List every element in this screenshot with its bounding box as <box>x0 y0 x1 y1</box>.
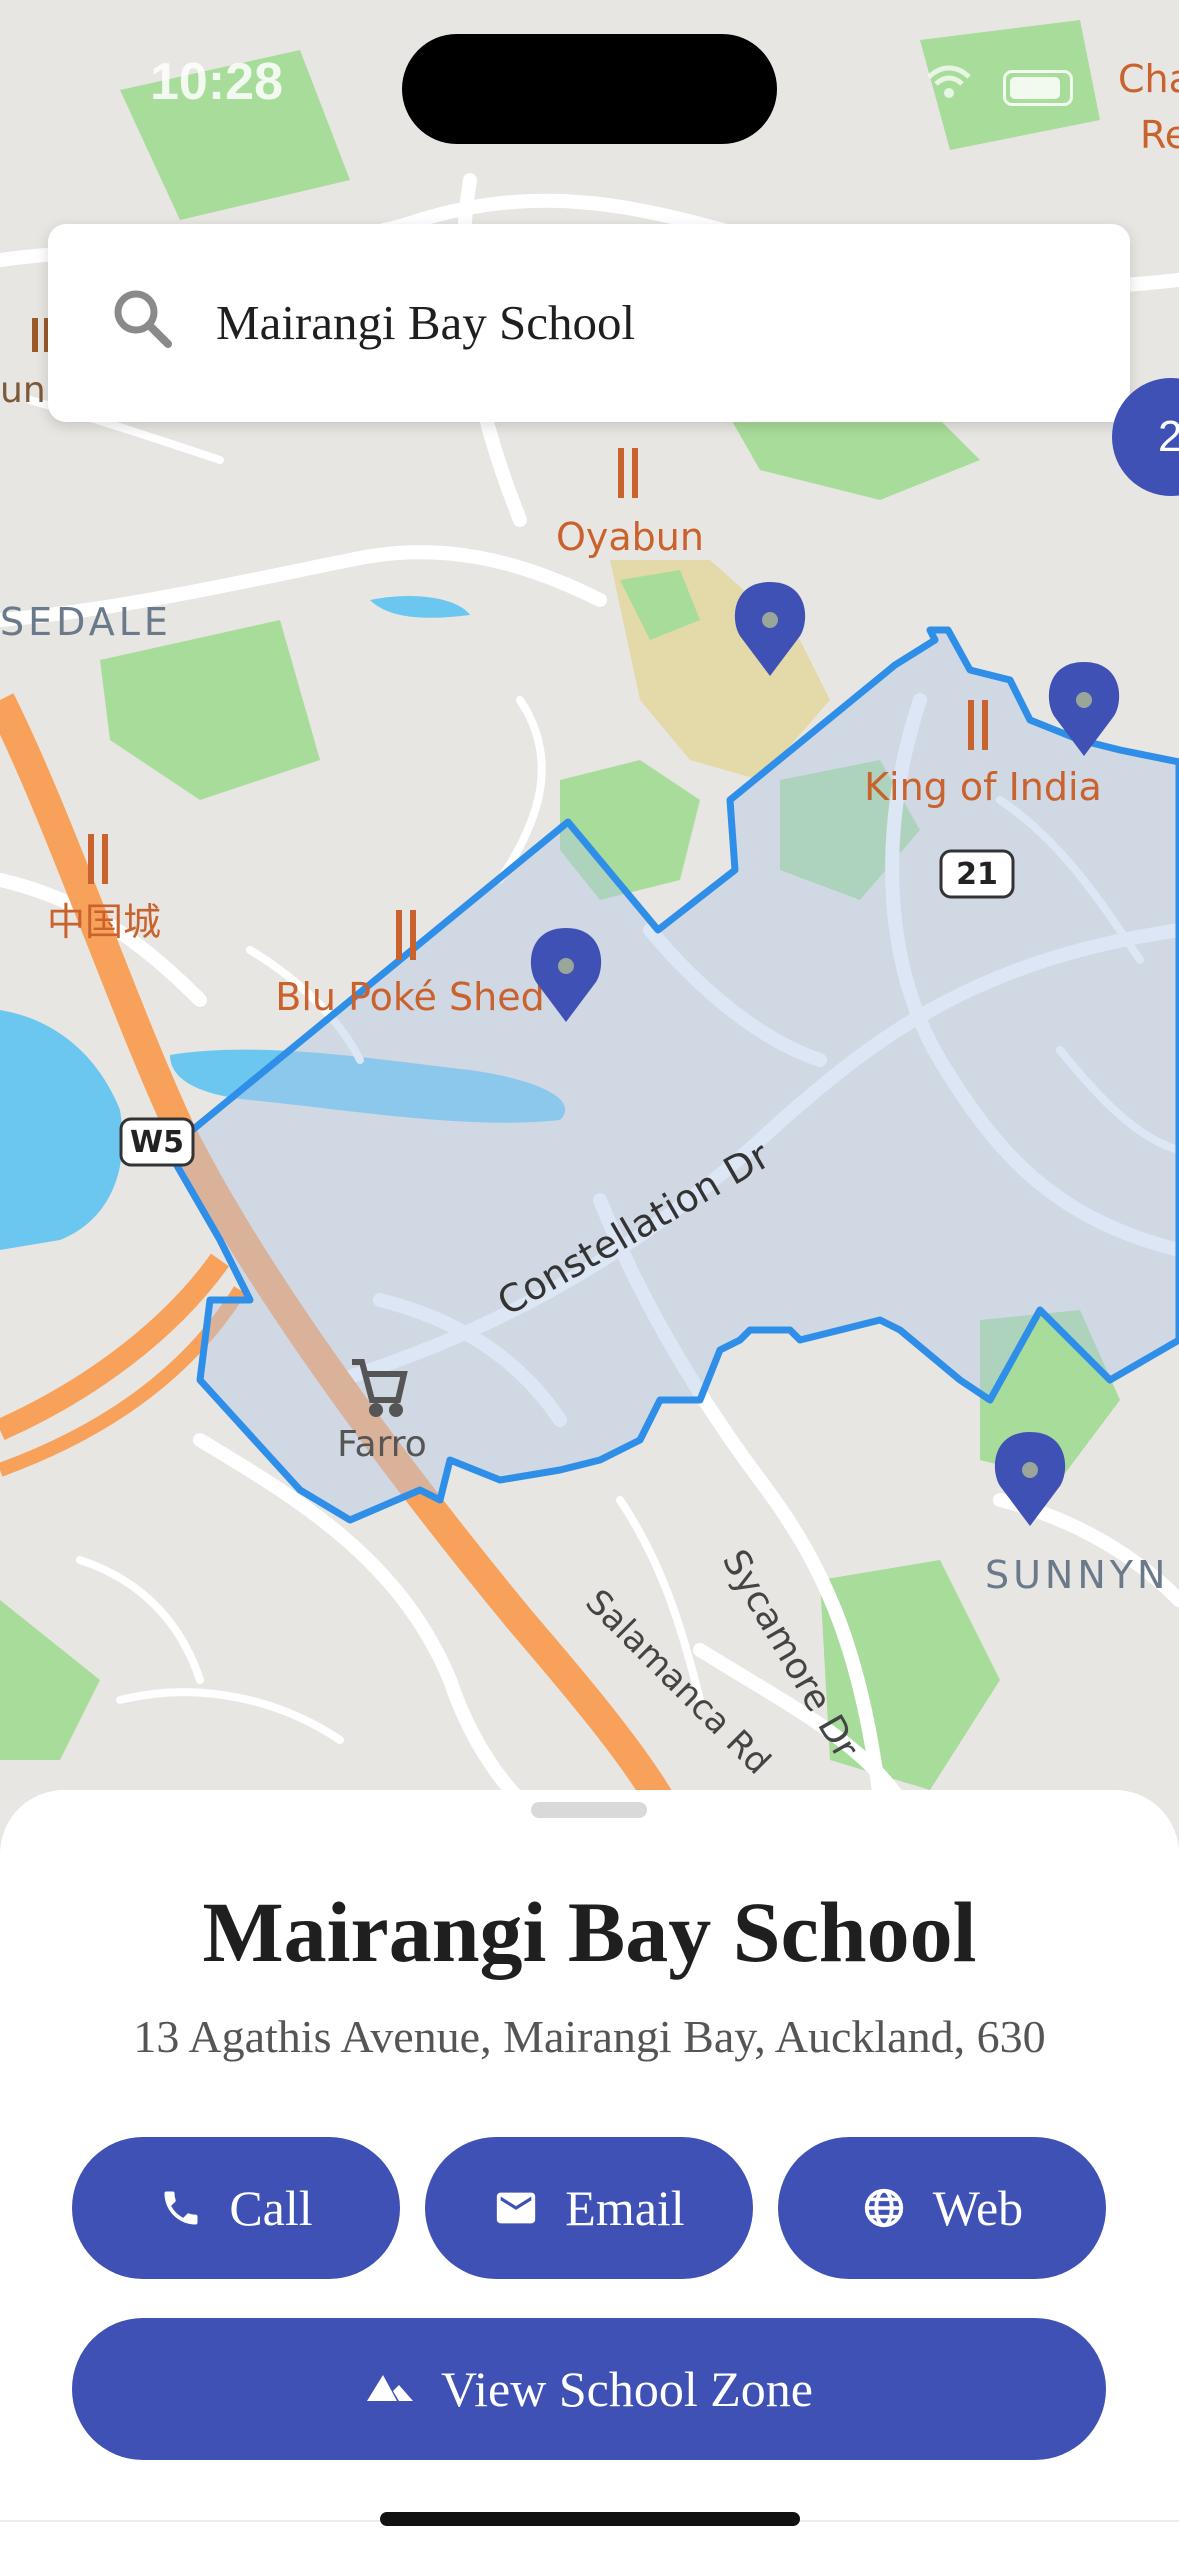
search-icon <box>114 290 172 348</box>
battery-icon <box>1003 70 1073 106</box>
email-button[interactable]: Email <box>425 2137 753 2279</box>
home-indicator[interactable] <box>380 2512 800 2526</box>
phone-icon <box>164 2191 198 2225</box>
motorway-shield: W5 <box>119 1117 195 1167</box>
status-time: 10:28 <box>150 53 283 111</box>
terrain-icon <box>367 2375 414 2401</box>
svg-text:21: 21 <box>956 857 998 892</box>
poi-label-blu-poke-shed: Blu Poké Shed <box>275 975 544 1019</box>
suburb-label-sedale: SEDALE <box>0 600 172 644</box>
school-address: 13 Agathis Avenue, Mairangi Bay, Aucklan… <box>133 2011 1046 2062</box>
status-bar: 10:28 <box>0 0 1179 170</box>
school-title: Mairangi Bay School <box>202 1884 977 1980</box>
web-label: Web <box>932 2180 1024 2236</box>
call-label: Call <box>229 2180 313 2236</box>
view-school-zone-label: View School Zone <box>441 2361 813 2417</box>
suburb-label-sunny: SUNNYN <box>985 1553 1169 1597</box>
school-detail-sheet: Mairangi Bay School 13 Agathis Avenue, M… <box>0 1790 1179 2556</box>
search-input[interactable]: Mairangi Bay School <box>216 294 635 351</box>
email-label: Email <box>565 2180 685 2236</box>
drag-handle[interactable] <box>531 1802 647 1818</box>
dynamic-island <box>402 34 777 144</box>
svg-text:W5: W5 <box>130 1125 184 1160</box>
wifi-icon <box>925 62 973 112</box>
search-bar[interactable]: Mairangi Bay School <box>48 224 1130 422</box>
call-button[interactable]: Call <box>72 2137 400 2279</box>
web-button[interactable]: Web <box>778 2137 1106 2279</box>
route-21-shield: 21 <box>939 849 1015 899</box>
poi-label-king-of-india: King of India <box>864 765 1102 809</box>
poi-label-zhongguocheng: 中国城 <box>47 900 161 944</box>
view-school-zone-button[interactable]: View School Zone <box>72 2318 1106 2460</box>
poi-label-farro: Farro <box>337 1424 427 1465</box>
poi-label-oyabun: Oyabun <box>556 515 704 559</box>
mail-icon <box>497 2192 536 2224</box>
svg-text:un: un <box>0 370 46 411</box>
globe-icon <box>864 2188 903 2228</box>
